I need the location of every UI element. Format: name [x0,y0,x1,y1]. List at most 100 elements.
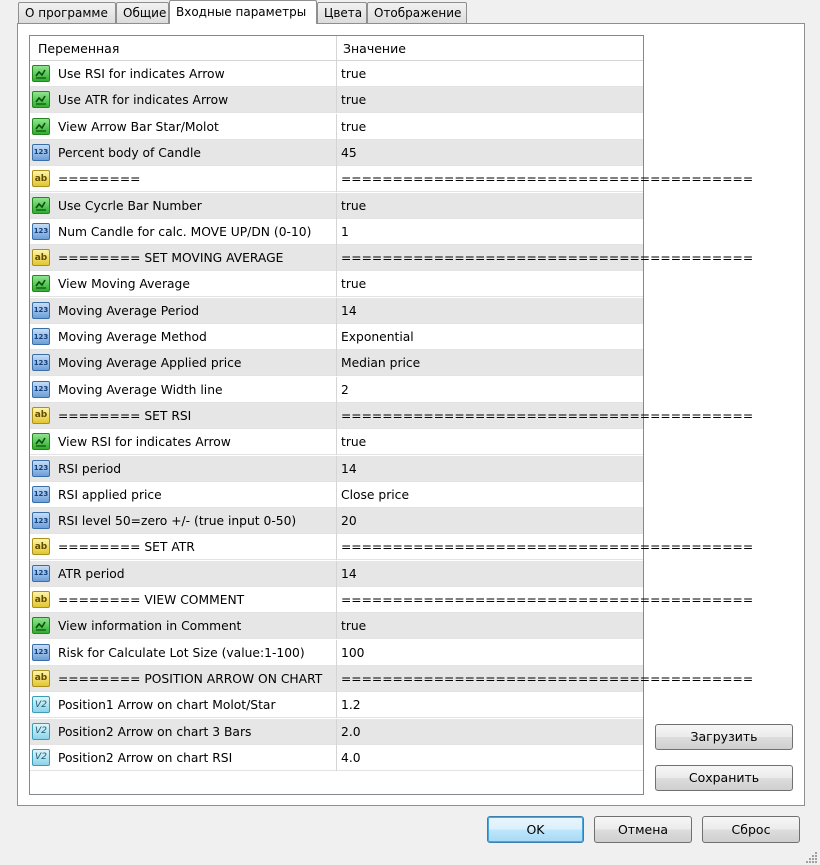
param-name: ======== SET ATR [58,540,195,555]
tab-about[interactable]: О программе [18,2,116,23]
param-value[interactable]: true [341,61,366,87]
column-header-variable[interactable]: Переменная [38,41,119,56]
int-param-icon: 123 [32,222,50,240]
param-value[interactable]: ======================================== [341,245,753,271]
table-row[interactable]: ab ======== SET MOVING AVERAGE ===========… [30,245,753,272]
table-row[interactable]: 123 RSI level 50=zero +/- (true input 0-5… [30,508,643,535]
reset-button[interactable]: Сброс [702,816,800,843]
table-row[interactable]: ab ======== ==============================… [30,166,753,193]
resize-grip-icon[interactable] [806,851,818,863]
param-value[interactable]: true [341,613,366,639]
param-value[interactable]: 1.2 [341,692,361,718]
param-name: RSI applied price [58,487,162,502]
table-row[interactable]: 123 Moving Average Width line 2 [30,376,643,403]
table-row[interactable]: V2 Position2 Arrow on chart 3 Bars 2.0 [30,718,643,745]
param-value[interactable]: 14 [341,456,357,482]
int-param-icon: 123 [32,643,50,661]
param-value[interactable]: ======================================== [341,534,753,560]
param-name: Moving Average Method [58,330,207,344]
param-value[interactable]: 2 [341,377,349,403]
param-value[interactable]: true [341,271,366,297]
table-row[interactable]: View RSI for indicates Arrow true [30,429,643,456]
table-row[interactable]: 123 RSI applied price Close price [30,481,643,508]
param-value[interactable]: 14 [341,298,357,324]
param-value[interactable]: true [341,193,366,219]
table-row[interactable]: V2 Position1 Arrow on chart Molot/Star 1.2 [30,692,643,719]
param-value[interactable]: Exponential [341,324,414,350]
tab-colors[interactable]: Цвета [317,2,367,23]
tab-display[interactable]: Отображение [367,2,467,23]
param-value[interactable]: true [341,87,366,113]
cancel-button[interactable]: Отмена [594,816,692,843]
cell-divider [336,429,337,456]
param-value[interactable]: ======================================== [341,587,753,613]
param-name: ======== VIEW COMMENT [58,593,245,607]
param-name: ======== POSITION ARROW ON CHART [58,671,323,686]
param-value[interactable]: 14 [341,561,357,587]
cell-divider [336,613,337,640]
cell-divider [336,192,337,219]
param-value[interactable]: 4.0 [341,745,361,771]
param-name: Position2 Arrow on chart 3 Bars [58,724,252,739]
param-name: View RSI for indicates Arrow [58,435,231,450]
param-name: Percent body of Candle [58,145,201,160]
param-value[interactable]: Median price [341,350,420,376]
param-value[interactable]: 2.0 [341,719,361,745]
param-value[interactable]: ======================================== [341,166,753,192]
string-param-icon: ab [32,170,50,188]
table-row[interactable]: ab ======== POSITION ARROW ON CHART ======… [30,665,753,692]
cell-divider [336,508,337,535]
column-header-value[interactable]: Значение [343,41,406,56]
ok-button[interactable]: OK [487,816,584,843]
table-row[interactable]: ab ======== SET ATR ======================… [30,534,753,561]
table-row[interactable]: ab ======== SET RSI ======================… [30,402,753,429]
save-button[interactable]: Сохранить [655,765,793,791]
table-row[interactable]: View information in Comment true [30,613,643,640]
param-name: Moving Average Width line [58,382,223,397]
table-row[interactable]: Use RSI for indicates Arrow true [30,61,643,87]
cell-divider [336,692,337,719]
table-row[interactable]: 123 Moving Average Method Exponential [30,324,643,350]
param-name: Moving Average Applied price [58,356,242,371]
table-row[interactable]: 123 Moving Average Period 14 [30,297,643,324]
table-row[interactable]: ab ======== VIEW COMMENT =================… [30,587,753,613]
param-name: Num Candle for calc. MOVE UP/DN (0-10) [58,224,312,239]
table-row[interactable]: 123 RSI period 14 [30,455,643,482]
param-value[interactable]: 1 [341,219,349,245]
param-value[interactable]: true [341,429,366,455]
table-row[interactable]: V2 Position2 Arrow on chart RSI 4.0 [30,744,643,771]
param-value[interactable]: ======================================== [341,666,753,692]
param-value[interactable]: 45 [341,140,357,166]
param-value[interactable]: 100 [341,640,364,666]
column-divider[interactable] [336,36,337,60]
bool-param-icon [32,433,50,451]
table-row[interactable]: Use Cycrle Bar Number true [30,192,643,219]
cell-divider [336,455,337,482]
table-row[interactable]: View Arrow Bar Star/Molot true [30,113,643,140]
int-param-icon: 123 [32,143,50,161]
grid-header: Переменная Значение [30,36,643,61]
param-name: Use ATR for indicates Arrow [58,93,229,108]
table-row[interactable]: 123 Moving Average Applied price Median pr… [30,350,643,377]
parameters-grid: Переменная Значение Use RSI for indicate… [29,35,753,795]
param-value[interactable]: true [341,114,366,140]
param-name: Use Cycrle Bar Number [58,198,202,213]
cell-divider [336,245,337,272]
param-value[interactable]: Close price [341,482,409,508]
tab-general[interactable]: Общие [116,2,169,23]
param-value[interactable]: ======================================== [341,403,753,429]
param-name: Risk for Calculate Lot Size (value:1-100… [58,645,305,660]
table-row[interactable]: Use ATR for indicates Arrow true [30,87,643,114]
string-param-icon: ab [32,591,50,608]
table-row[interactable]: 123 ATR period 14 [30,560,643,587]
int-param-icon: 123 [32,564,50,582]
load-button[interactable]: Загрузить [655,724,793,750]
double-param-icon: V2 [32,722,50,740]
table-row[interactable]: 123 Percent body of Candle 45 [30,139,643,166]
param-value[interactable]: 20 [341,508,357,534]
table-row[interactable]: View Moving Average true [30,271,643,298]
table-row[interactable]: 123 Risk for Calculate Lot Size (value:1-… [30,639,643,666]
param-name: ======== [58,172,141,187]
table-row[interactable]: 123 Num Candle for calc. MOVE UP/DN (0-10… [30,218,643,245]
tab-inputs[interactable]: Входные параметры [169,0,317,24]
